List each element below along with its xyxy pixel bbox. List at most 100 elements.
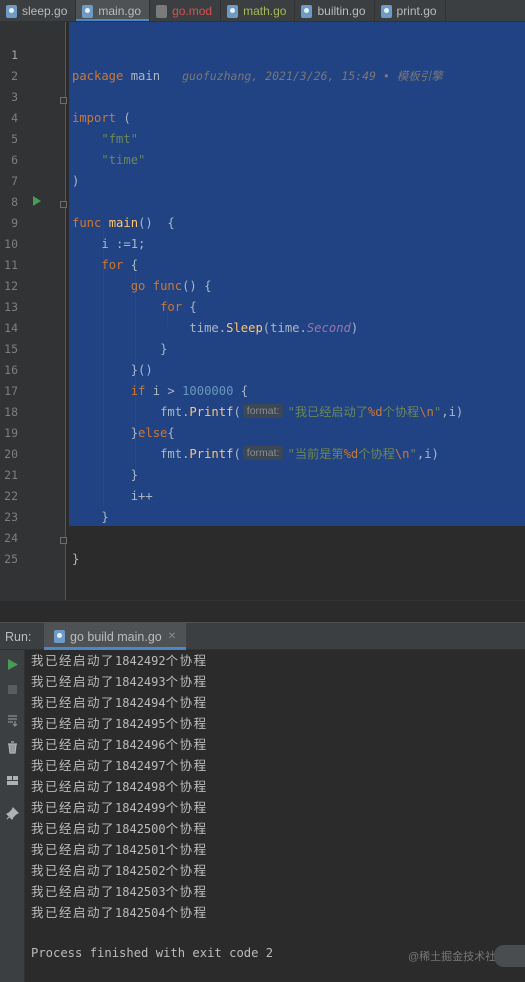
- console-output[interactable]: 我已经启动了1842492个协程 我已经启动了1842493个协程 我已经启动了18…: [26, 650, 525, 982]
- scroll-to-end-icon[interactable]: [6, 714, 19, 727]
- console-line: 我已经启动了1842504个协程: [31, 903, 208, 924]
- console-text: 个协程: [165, 864, 208, 878]
- console-number: 1842495: [115, 717, 166, 731]
- run-toolbar: [0, 650, 25, 982]
- tab-go-mod[interactable]: go.mod: [150, 0, 222, 21]
- go-file-icon: [54, 630, 65, 643]
- console-line: 我已经启动了1842503个协程: [31, 882, 208, 903]
- tab-label: builtin.go: [317, 4, 366, 18]
- console-text: 我已经启动了: [31, 675, 116, 689]
- console-text: 个协程: [165, 801, 208, 815]
- code-line: 1 package main guofuzhang, 2021/3/26, 15…: [0, 24, 525, 83]
- run-tab-label: go build main.go: [70, 629, 162, 644]
- tab-sleep-go[interactable]: sleep.go: [0, 0, 77, 21]
- process-finished-line: Process finished with exit code 2: [31, 946, 274, 960]
- console-text: 个协程: [165, 654, 208, 668]
- go-file-icon: [82, 4, 94, 18]
- console-text: 我已经启动了: [31, 906, 116, 920]
- console-line: 我已经启动了1842501个协程: [31, 840, 208, 861]
- layout-icon[interactable]: [6, 774, 19, 787]
- console-line: 我已经启动了1842492个协程: [31, 651, 208, 672]
- console-text: 我已经启动了: [31, 654, 116, 668]
- run-tool-window-header: Run: go build main.go ✕: [0, 622, 525, 650]
- go-mod-icon: [156, 4, 168, 18]
- tab-math-go[interactable]: math.go: [221, 0, 296, 21]
- code-line: 24 }: [0, 507, 525, 566]
- code-line: 18 }else{: [0, 381, 525, 440]
- console-text: 个协程: [165, 843, 208, 857]
- console-text: 我已经启动了: [31, 717, 116, 731]
- go-file-icon: [301, 4, 313, 18]
- tab-main-go[interactable]: main.go: [76, 0, 151, 21]
- console-number: 1842492: [115, 654, 166, 668]
- console-text: 我已经启动了: [31, 885, 116, 899]
- tab-label: go.mod: [172, 4, 213, 18]
- console-text: 个协程: [165, 717, 208, 731]
- console-text: 个协程: [165, 738, 208, 752]
- console-line: 我已经启动了1842495个协程: [31, 714, 208, 735]
- code-line: 22 }: [0, 465, 525, 524]
- console-number: 1842504: [115, 906, 166, 920]
- close-icon[interactable]: ✕: [168, 631, 176, 642]
- code-line: 11 go func() {: [0, 234, 525, 293]
- console-text: 我已经启动了: [31, 843, 116, 857]
- go-file-icon: [380, 4, 392, 18]
- console-line: 我已经启动了1842498个协程: [31, 777, 208, 798]
- line-number: 25: [4, 552, 18, 566]
- console-text: 我已经启动了: [31, 780, 116, 794]
- code-editor[interactable]: 1 package main guofuzhang, 2021/3/26, 15…: [0, 22, 525, 600]
- panel-splitter[interactable]: [0, 600, 525, 622]
- console-number: 1842502: [115, 864, 166, 878]
- console-number: 1842501: [115, 843, 166, 857]
- code-line: 7: [0, 150, 525, 188]
- code-line: 19 fmt.Printf(format: "当前是第%d个协程\n",i): [0, 402, 525, 461]
- console-text: 我已经启动了: [31, 696, 116, 710]
- code-line: 4 "fmt": [0, 87, 525, 146]
- code-line: 21 i++: [0, 444, 525, 503]
- console-text: 我已经启动了: [31, 738, 116, 752]
- code-line: 20 }: [0, 423, 525, 482]
- console-line: 我已经启动了1842497个协程: [31, 756, 208, 777]
- rerun-icon[interactable]: [6, 658, 19, 671]
- pin-icon[interactable]: [6, 807, 19, 820]
- console-line: 我已经启动了1842493个协程: [31, 672, 208, 693]
- code-line: 17 fmt.Printf(format: "我已经启动了%d个协程\n",i): [0, 360, 525, 419]
- code-line: 16 if i > 1000000 {: [0, 339, 525, 398]
- console-line: 我已经启动了1842502个协程: [31, 861, 208, 882]
- console-number: 1842494: [115, 696, 166, 710]
- console-number: 1842496: [115, 738, 166, 752]
- tab-builtin-go[interactable]: builtin.go: [295, 0, 375, 21]
- console-number: 1842498: [115, 780, 166, 794]
- run-config-tab[interactable]: go build main.go ✕: [44, 623, 187, 650]
- console-number: 1842503: [115, 885, 166, 899]
- console-text: 个协程: [165, 675, 208, 689]
- code-line: 9 i :=1;: [0, 192, 525, 251]
- console-line: 我已经启动了1842500个协程: [31, 819, 208, 840]
- console-line: 我已经启动了1842496个协程: [31, 735, 208, 756]
- code-line: 14 }: [0, 297, 525, 356]
- console-line: 我已经启动了1842499个协程: [31, 798, 208, 819]
- code-line: 5 "time": [0, 108, 525, 167]
- tab-label: math.go: [243, 4, 287, 18]
- console-text: 我已经启动了: [31, 801, 116, 815]
- console-text: 个协程: [165, 885, 208, 899]
- code-line: 2: [0, 45, 525, 83]
- tab-label: sleep.go: [22, 4, 68, 18]
- console-number: 1842499: [115, 801, 166, 815]
- code-line: 3 import (: [0, 66, 525, 125]
- go-file-icon: [6, 4, 17, 18]
- code-line: 23: [0, 486, 525, 524]
- floating-button[interactable]: [494, 945, 525, 967]
- tab-print-go[interactable]: print.go: [375, 0, 446, 21]
- console-line: 我已经启动了1842494个协程: [31, 693, 208, 714]
- console-text: 个协程: [165, 906, 208, 920]
- trash-icon[interactable]: [6, 741, 19, 754]
- go-file-icon: [227, 4, 239, 18]
- code-line: 15 }(): [0, 318, 525, 377]
- console-text: 我已经启动了: [31, 822, 116, 836]
- code-line: 10 for {: [0, 213, 525, 272]
- code-line: 6 ): [0, 129, 525, 188]
- console-number: 1842500: [115, 822, 166, 836]
- console-text: 个协程: [165, 759, 208, 773]
- stop-icon[interactable]: [6, 683, 19, 696]
